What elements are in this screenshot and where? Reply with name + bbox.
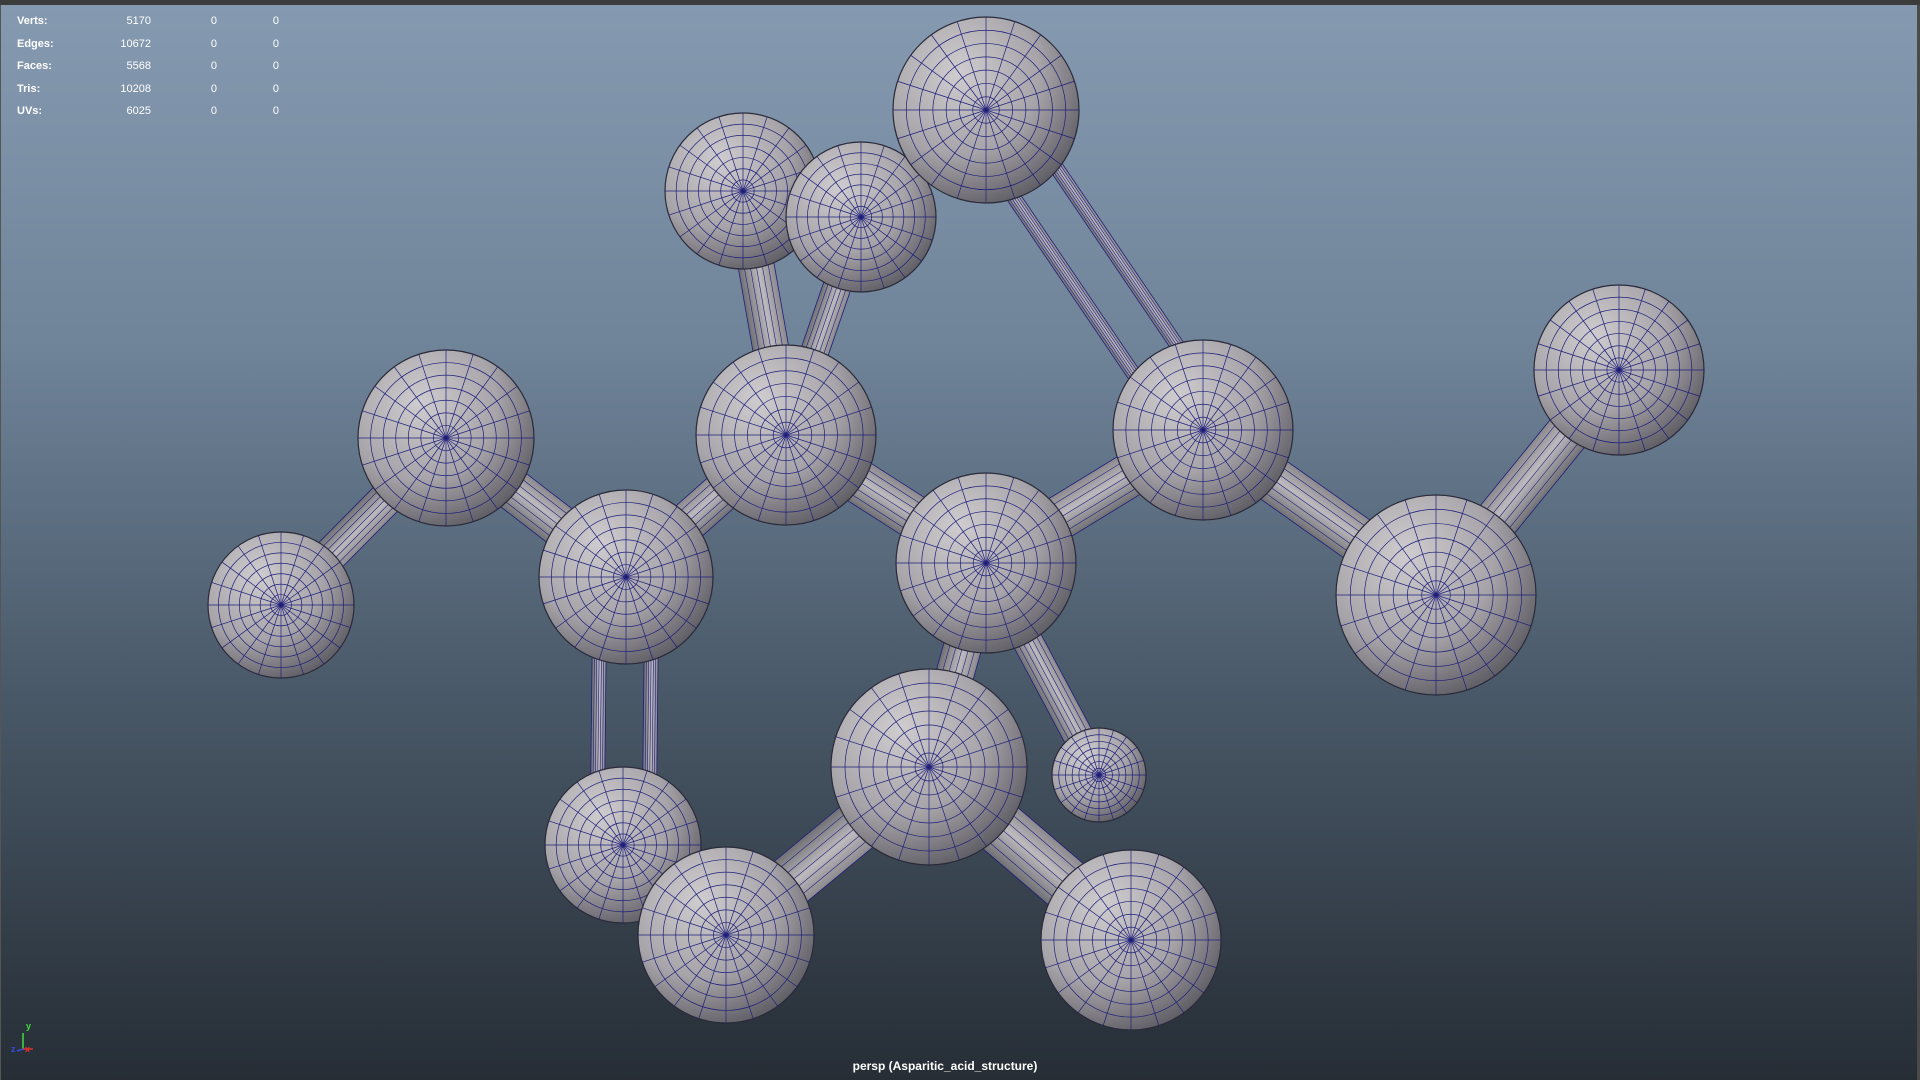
axis-y-label: y xyxy=(26,1021,32,1031)
atom-sphere[interactable] xyxy=(357,349,535,527)
hud-component: 0 xyxy=(272,37,279,50)
atom-sphere[interactable] xyxy=(892,16,1080,204)
hud-component: 0 xyxy=(272,105,279,118)
perspective-viewport[interactable]: Verts: 5170 0 0 Edges: 10672 0 0 Faces: … xyxy=(0,5,1920,1080)
atom-sphere[interactable] xyxy=(895,472,1077,654)
atom-sphere[interactable] xyxy=(1040,849,1222,1031)
atom-sphere[interactable] xyxy=(1533,284,1705,456)
hud-component: 0 xyxy=(272,15,279,27)
hud-component: 0 xyxy=(272,60,279,73)
atom-sphere[interactable] xyxy=(538,489,714,665)
hud-total: 5568 xyxy=(126,60,151,73)
hud-total: 5170 xyxy=(126,15,151,27)
hud-selected: 0 xyxy=(210,37,217,50)
hud-label: Edges: xyxy=(17,37,54,50)
axis-x-label: x xyxy=(25,1044,31,1054)
atom-sphere[interactable] xyxy=(1051,727,1147,823)
atom-sphere[interactable] xyxy=(207,531,355,679)
hud-row-edges: Edges: 10672 0 0 xyxy=(17,33,287,56)
hud-total: 6025 xyxy=(126,105,151,118)
hud-label: Faces: xyxy=(17,60,52,73)
hud-total: 10672 xyxy=(120,37,151,50)
camera-label: persp (Asparitic_acid_structure) xyxy=(852,1059,1038,1073)
molecule-model[interactable] xyxy=(1,5,1920,1080)
hud-total: 10208 xyxy=(120,82,151,95)
hud-label: UVs: xyxy=(17,105,43,118)
hud-label: Verts: xyxy=(17,15,48,27)
hud-row-tris: Tris: 10208 0 0 xyxy=(17,78,287,101)
atom-sphere[interactable] xyxy=(1335,494,1537,696)
hud-label: Tris: xyxy=(17,82,41,95)
atom-sphere[interactable] xyxy=(695,344,877,526)
atom-sphere[interactable] xyxy=(1112,339,1294,521)
poly-count-hud: Verts: 5170 0 0 Edges: 10672 0 0 Faces: … xyxy=(17,10,287,123)
hud-row-uvs: UVs: 6025 0 0 xyxy=(17,100,287,123)
hud-row-faces: Faces: 5568 0 0 xyxy=(17,55,287,78)
hud-selected: 0 xyxy=(210,82,217,95)
atom-sphere[interactable] xyxy=(830,668,1028,866)
atom-sphere[interactable] xyxy=(637,846,815,1024)
hud-selected: 0 xyxy=(210,105,217,118)
hud-row-verts: Verts: 5170 0 0 xyxy=(17,10,287,33)
hud-component: 0 xyxy=(272,82,279,95)
axis-gizmo: y x z xyxy=(9,1021,39,1055)
hud-selected: 0 xyxy=(210,15,217,27)
hud-selected: 0 xyxy=(210,60,217,73)
axis-z-label: z xyxy=(11,1044,16,1054)
